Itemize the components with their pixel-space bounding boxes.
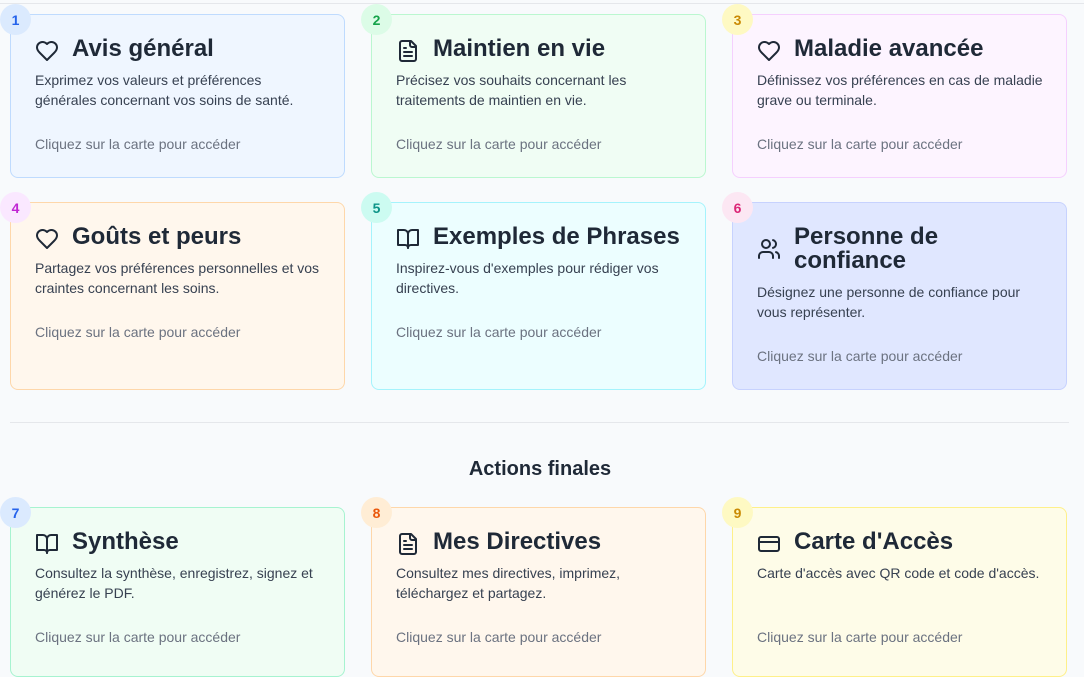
card-cta: Cliquez sur la carte pour accéder [757,136,963,152]
document-icon [396,39,420,63]
card-title: Goûts et peurs [72,223,242,250]
card-description: Précisez vos souhaits concernant les tra… [396,72,627,108]
card-description: Consultez mes directives, imprimez, télé… [396,565,621,601]
card-cta: Cliquez sur la carte pour accéder [396,136,602,152]
card-icon [757,532,781,556]
card-title: Avis général [72,35,214,62]
card-description: Partagez vos préférences personnelles et… [35,260,320,296]
card-cta: Cliquez sur la carte pour accéder [35,136,241,152]
step-badge: 8 [361,497,392,528]
step-badge: 9 [722,497,753,528]
card-description: Définissez vos préférences en cas de mal… [757,72,1043,108]
step-badge: 5 [361,192,392,223]
card-cta: Cliquez sur la carte pour accéder [396,324,602,340]
step-badge: 2 [361,4,392,35]
card-title: Personne de confiance [794,223,939,274]
card-mes-directives[interactable]: 8 Mes Directives Consultez mes directive… [361,497,706,677]
section-divider [10,422,1069,423]
heart-icon [757,39,781,63]
card-cta: Cliquez sur la carte pour accéder [396,629,602,645]
document-icon [396,532,420,556]
card-description: Désignez une personne de confiance pour … [757,284,1021,320]
card-maintien-en-vie[interactable]: 2 Maintien en vie Précisez vos souhaits … [361,4,706,178]
card-gouts-et-peurs[interactable]: 4 Goûts et peurs Partagez vos préférence… [0,192,345,390]
book-icon [396,227,420,251]
card-description: Exprimez vos valeurs et préférences géné… [35,72,294,108]
card-title: Mes Directives [433,528,602,555]
card-cta: Cliquez sur la carte pour accéder [757,348,963,364]
card-avis-general[interactable]: 1 Avis général Exprimez vos valeurs et p… [0,4,345,178]
card-exemples-de-phrases[interactable]: 5 Exemples de Phrases Inspirez-vous d'ex… [361,192,706,390]
card-cta: Cliquez sur la carte pour accéder [35,324,241,340]
top-divider [0,3,1084,4]
card-description: Carte d'accès avec QR code et code d'acc… [757,565,1040,581]
card-title: Carte d'Accès [794,528,954,555]
step-badge: 7 [0,497,31,528]
heart-icon [35,227,59,251]
step-badge: 3 [722,4,753,35]
card-synthese[interactable]: 7 Synthèse Consultez la synthèse, enregi… [0,497,345,677]
step-badge: 4 [0,192,31,223]
card-description: Consultez la synthèse, enregistrez, sign… [35,565,313,601]
card-title: Synthèse [72,528,179,555]
card-personne-de-confiance[interactable]: 6 Personne de confiance Désignez une per… [722,192,1067,390]
book-icon [35,532,59,556]
card-cta: Cliquez sur la carte pour accéder [757,629,963,645]
card-title: Maladie avancée [794,35,984,62]
heart-icon [35,39,59,63]
card-carte-d-acces[interactable]: 9 Carte d'Accès Carte d'accès avec QR co… [722,497,1067,677]
step-badge: 1 [0,4,31,35]
card-title: Exemples de Phrases [433,223,680,250]
card-title: Maintien en vie [433,35,606,62]
users-icon [757,237,781,261]
step-badge: 6 [722,192,753,223]
section-title: Actions finales [468,458,612,480]
card-cta: Cliquez sur la carte pour accéder [35,629,241,645]
card-maladie-avancee[interactable]: 3 Maladie avancée Définissez vos préfére… [722,4,1067,178]
card-description: Inspirez-vous d'exemples pour rédiger vo… [396,260,659,296]
